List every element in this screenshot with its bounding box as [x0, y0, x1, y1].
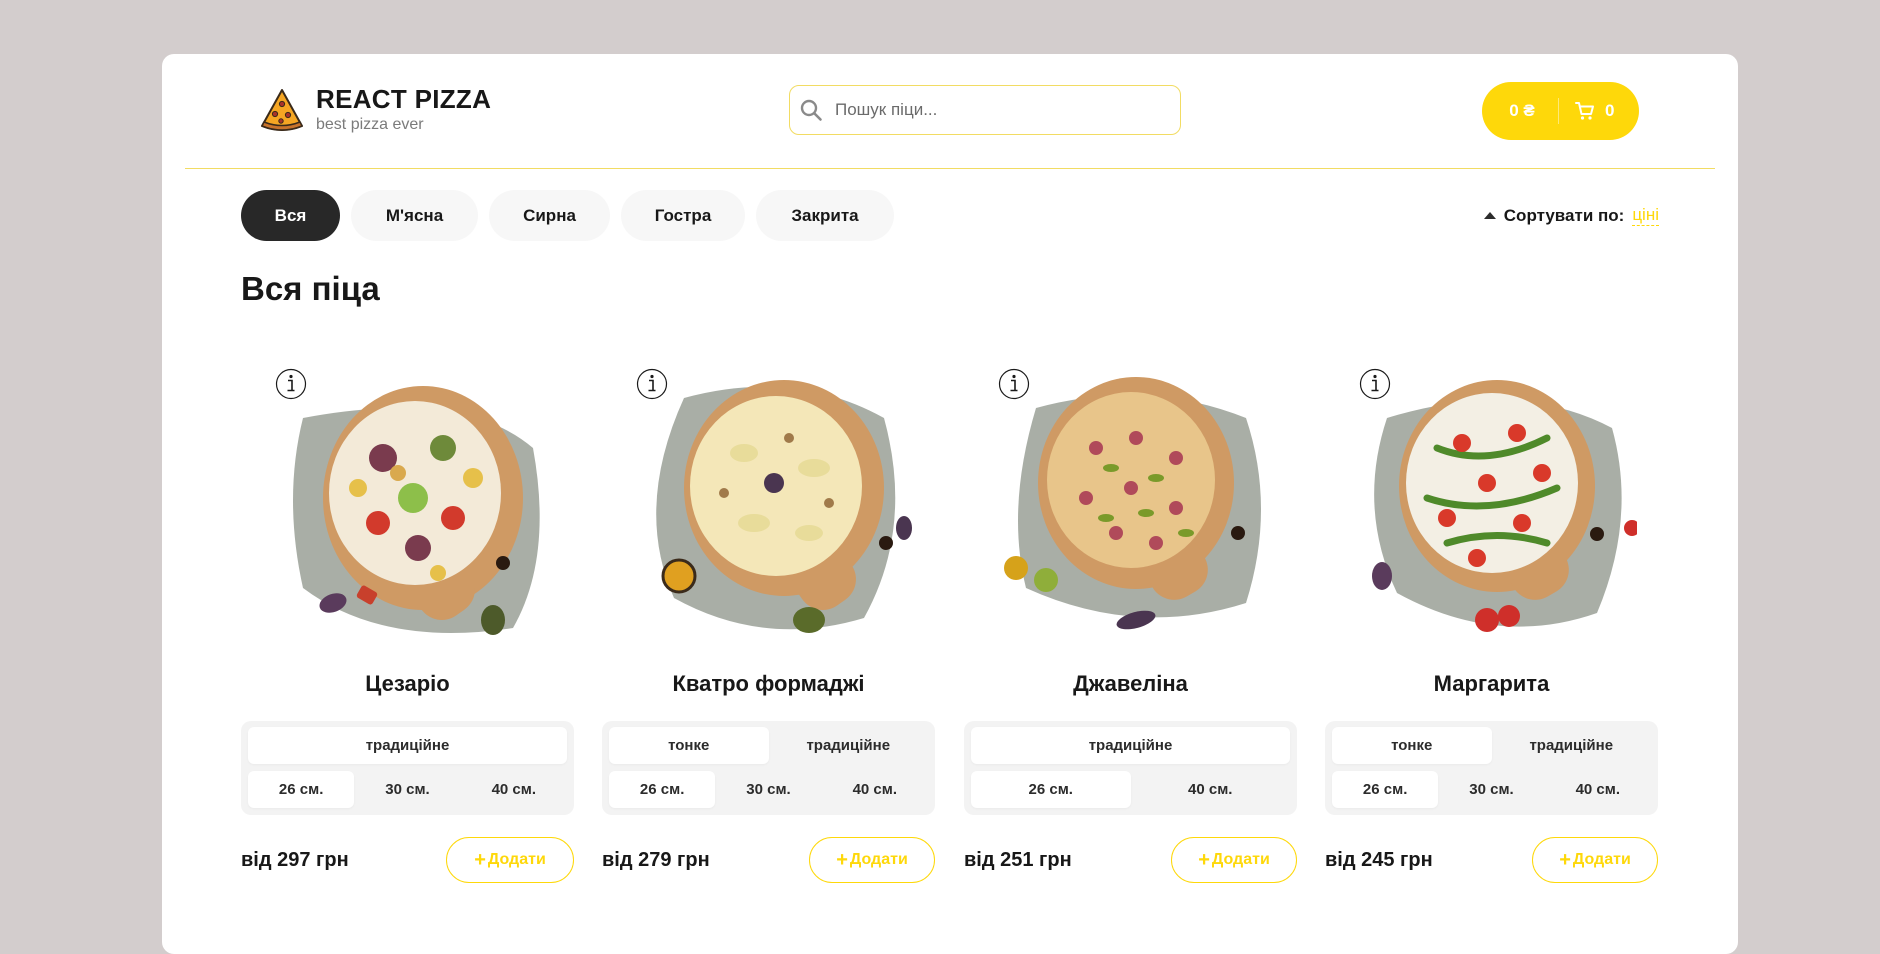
pizza-image[interactable]: [263, 358, 553, 648]
category-all[interactable]: Вся: [241, 190, 340, 241]
info-icon[interactable]: [998, 368, 1030, 400]
dough-type-option[interactable]: традиційне: [1492, 727, 1652, 764]
pizza-image[interactable]: [1347, 358, 1637, 648]
add-to-cart-button[interactable]: + Додати: [809, 837, 935, 883]
category-meat[interactable]: М'ясна: [351, 190, 478, 241]
size-option[interactable]: 26 см.: [609, 771, 716, 808]
pizza-price: від 245 грн: [1325, 849, 1433, 871]
pizza-price: від 297 грн: [241, 849, 349, 871]
size-option[interactable]: 26 см.: [1332, 771, 1439, 808]
search-box: [789, 85, 1181, 135]
cart-count: 0: [1605, 101, 1615, 120]
pizza-name: Цезаріо: [365, 671, 450, 696]
dough-type-option[interactable]: тонке: [609, 727, 769, 764]
pizza-card: Кватро формаджі тонке традиційне 26 см. …: [602, 354, 935, 883]
size-option[interactable]: 40 см.: [461, 771, 567, 808]
add-button-label: Додати: [487, 851, 546, 868]
pizza-options: тонке традиційне 26 см. 30 см. 40 см.: [1325, 721, 1658, 815]
add-button-label: Додати: [849, 851, 908, 868]
cart-total-price: 0 ₴: [1509, 101, 1535, 120]
pizza-card: Цезаріо традиційне 26 см. 30 см. 40 см. …: [241, 354, 574, 883]
add-to-cart-button[interactable]: + Додати: [446, 837, 574, 883]
add-to-cart-button[interactable]: + Додати: [1171, 837, 1297, 883]
logo-subtitle: best pizza ever: [316, 116, 424, 133]
add-button-label: Додати: [1572, 851, 1631, 868]
dough-type-option[interactable]: традиційне: [248, 727, 567, 764]
pizza-image[interactable]: [624, 358, 914, 648]
plus-icon: +: [836, 849, 848, 871]
categories: Вся М'ясна Сирна Гостра Закрита: [241, 190, 905, 241]
cart-icon: [1575, 102, 1594, 120]
logo-title: REACT PIZZA: [316, 84, 492, 114]
header-divider: [185, 168, 1715, 169]
pizza-options: традиційне 26 см. 30 см. 40 см.: [241, 721, 574, 815]
page-container: REACT PIZZA best pizza ever 0 ₴ 0: [162, 54, 1738, 954]
size-option[interactable]: 26 см.: [248, 771, 355, 808]
sort-label: Сортувати по:: [1503, 205, 1625, 225]
size-option[interactable]: 30 см.: [1438, 771, 1544, 808]
info-icon[interactable]: [275, 368, 307, 400]
sort-arrow-icon[interactable]: [1483, 212, 1496, 219]
size-option[interactable]: 30 см.: [354, 771, 460, 808]
size-option[interactable]: 26 см.: [971, 771, 1131, 808]
dough-type-option[interactable]: тонке: [1332, 727, 1492, 764]
size-option[interactable]: 30 см.: [715, 771, 821, 808]
page-title: Вся піца: [241, 270, 380, 307]
cart-button[interactable]: 0 ₴ 0: [1482, 82, 1639, 140]
pizza-options: традиційне 26 см. 40 см.: [964, 721, 1297, 815]
category-cheese[interactable]: Сирна: [489, 190, 610, 241]
pizza-name: Джавеліна: [1073, 671, 1188, 696]
pizza-image[interactable]: [986, 358, 1276, 648]
dough-type-option[interactable]: традиційне: [971, 727, 1290, 764]
info-icon[interactable]: [636, 368, 668, 400]
plus-icon: +: [1198, 849, 1210, 871]
category-closed[interactable]: Закрита: [756, 190, 894, 241]
category-spicy[interactable]: Гостра: [621, 190, 745, 241]
pizza-name: Маргарита: [1433, 671, 1550, 696]
pizza-price: від 251 грн: [964, 849, 1072, 871]
plus-icon: +: [1559, 849, 1571, 871]
pizza-slice-icon: [261, 89, 303, 131]
size-option[interactable]: 40 см.: [1545, 771, 1651, 808]
dough-type-option[interactable]: традиційне: [769, 727, 929, 764]
search-input[interactable]: [833, 99, 1137, 121]
sort-value[interactable]: ціні: [1632, 205, 1659, 226]
pizza-options: тонке традиційне 26 см. 30 см. 40 см.: [602, 721, 935, 815]
sort-control: Сортувати по: ціні: [1483, 205, 1659, 226]
logo[interactable]: REACT PIZZA best pizza ever: [258, 84, 491, 136]
pizza-card: Джавеліна традиційне 26 см. 40 см. від 2…: [964, 354, 1297, 883]
size-option[interactable]: 40 см.: [822, 771, 928, 808]
plus-icon: +: [474, 849, 486, 871]
info-icon[interactable]: [1359, 368, 1391, 400]
pizza-name: Кватро формаджі: [672, 671, 865, 696]
add-to-cart-button[interactable]: + Додати: [1532, 837, 1658, 883]
search-icon: [800, 99, 822, 121]
pizza-card: Маргарита тонке традиційне 26 см. 30 см.…: [1325, 354, 1658, 883]
header: REACT PIZZA best pizza ever 0 ₴ 0: [162, 54, 1738, 169]
size-option[interactable]: 40 см.: [1131, 771, 1291, 808]
pizza-price: від 279 грн: [602, 849, 710, 871]
add-button-label: Додати: [1211, 851, 1270, 868]
